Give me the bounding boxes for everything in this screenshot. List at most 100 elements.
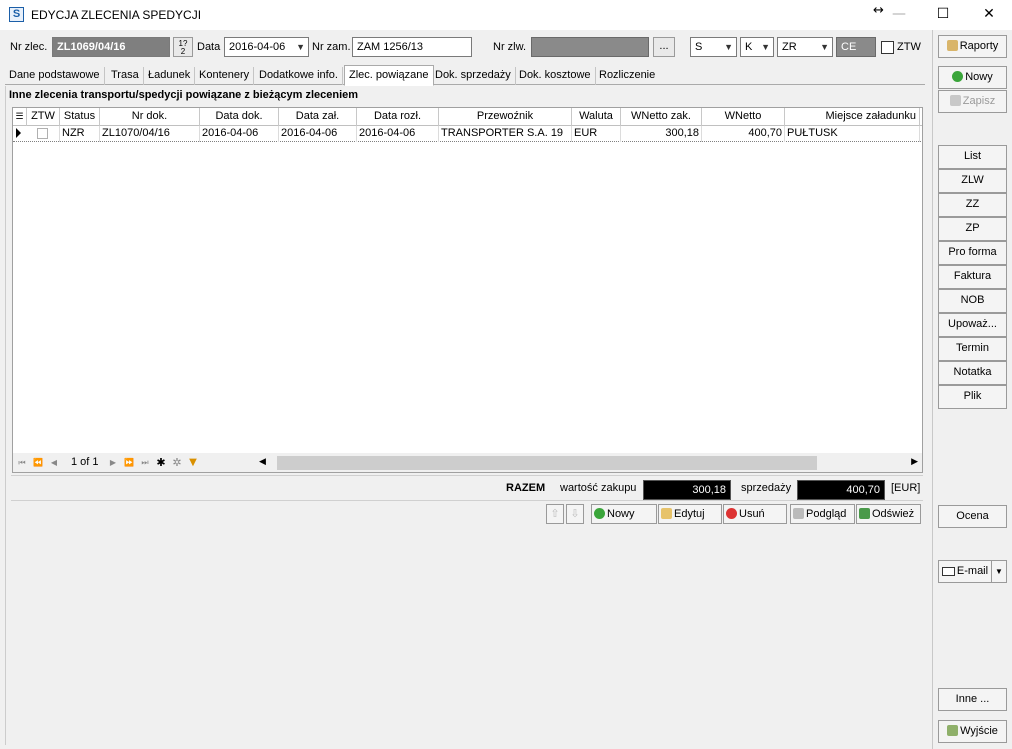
new-record-icon[interactable]: ✱ — [155, 456, 167, 470]
scroll-left-icon[interactable]: ◀ — [259, 456, 266, 467]
zr-select[interactable]: ZR ▼ — [777, 37, 833, 57]
scroll-right-icon[interactable]: ▶ — [911, 456, 918, 467]
sprzedaz-total: 400,70 — [797, 480, 885, 500]
sidebar-item-pro-forma[interactable]: Pro forma — [938, 241, 1007, 265]
last-record-icon[interactable]: ⏭ — [139, 456, 151, 470]
tab-kontenery[interactable]: Kontenery — [195, 67, 255, 85]
col-ztw[interactable]: ZTW — [27, 108, 60, 126]
tab-dok-kosztowe[interactable]: Dok. kosztowe — [515, 67, 596, 85]
sidebar-item-plik[interactable]: Plik — [938, 385, 1007, 409]
col-przewoznik[interactable]: Przewoźnik — [439, 108, 572, 126]
reports-button[interactable]: Raporty — [938, 35, 1007, 58]
col-data-rozl[interactable]: Data rozł. — [357, 108, 439, 126]
tab-dodatkowe-info[interactable]: Dodatkowe info. — [255, 67, 343, 85]
sidebar-item-upowaz[interactable]: Upoważ... — [938, 313, 1007, 337]
tab-zlec-powiazane[interactable]: Zlec. powiązane — [344, 65, 434, 86]
next-record-icon[interactable]: ▶ — [107, 456, 119, 470]
rating-button[interactable]: Ocena — [938, 505, 1007, 528]
col-nr-dok[interactable]: Nr dok. — [100, 108, 200, 126]
cell-wnetto-zak: 300,18 — [621, 126, 702, 142]
title-bar: S EDYCJA ZLECENIA SPEDYCJI ↔ — ☐ ✕ — [0, 0, 1012, 30]
k-select[interactable]: K ▼ — [740, 37, 774, 57]
col-wnetto[interactable]: WNetto — [702, 108, 785, 126]
preview-button[interactable]: Podgląd — [790, 504, 855, 524]
nr-zlw-label: Nr zlw. — [493, 41, 526, 53]
maximize-button[interactable]: ☐ — [920, 0, 966, 30]
sidebar-item-notatka[interactable]: Notatka — [938, 361, 1007, 385]
filter-icon[interactable]: ▼ — [187, 456, 199, 470]
nr-zlec-field[interactable]: ZL1069/04/16 — [52, 37, 170, 57]
grid-header: ☰ ZTW Status Nr dok. Data dok. Data zał.… — [13, 108, 922, 126]
date-value: 2016-04-06 — [229, 41, 286, 53]
next-page-icon[interactable]: ⏩ — [123, 456, 135, 470]
current-row-indicator-icon — [16, 128, 21, 138]
col-waluta[interactable]: Waluta — [572, 108, 621, 126]
add-related-button[interactable]: Nowy — [591, 504, 657, 524]
cell-ztw[interactable] — [27, 126, 60, 142]
sidebar-item-faktura[interactable]: Faktura — [938, 265, 1007, 289]
delete-button[interactable]: Usuń — [723, 504, 787, 524]
sidebar-item-list[interactable]: List — [938, 145, 1007, 169]
grid-navigator: ⏮ ⏪ ◀ 1 of 1 ▶ ⏩ ⏭ ✱ ✲ ▼ ◀ ▶ — [12, 453, 923, 473]
sidebar-item-zlw[interactable]: ZLW — [938, 169, 1007, 193]
date-picker[interactable]: 2016-04-06 ▼ — [224, 37, 309, 57]
sidebar-item-zz[interactable]: ZZ — [938, 193, 1007, 217]
add-icon — [952, 71, 964, 82]
s-select[interactable]: S ▼ — [690, 37, 737, 57]
tab-ladunek[interactable]: Ładunek — [144, 67, 196, 85]
save-button[interactable]: Zapisz — [938, 90, 1007, 113]
tab-dok-sprzedazy[interactable]: Dok. sprzedaży — [431, 67, 516, 85]
col-miejsce-zaladunku[interactable]: Miejsce załadunku — [785, 108, 920, 126]
magnifier-icon — [793, 508, 804, 519]
new-record-alt-icon[interactable]: ✲ — [171, 456, 183, 470]
minimize-button[interactable]: — — [876, 0, 922, 30]
col-data-zal[interactable]: Data zał. — [279, 108, 357, 126]
tab-bar: Dane podstawowe Trasa Ładunek Kontenery … — [5, 65, 925, 86]
col-status[interactable]: Status — [60, 108, 100, 126]
summary-bar: RAZEM wartość zakupu 300,18 sprzedaży 40… — [11, 475, 923, 501]
sidebar-item-termin[interactable]: Termin — [938, 337, 1007, 361]
sidebar: Raporty Nowy Zapisz List ZLW ZZ ZP Pro f… — [932, 30, 1012, 749]
close-button[interactable]: ✕ — [966, 0, 1012, 30]
tab-rozliczenie[interactable]: Rozliczenie — [595, 67, 659, 85]
sidebar-item-nob[interactable]: NOB — [938, 289, 1007, 313]
col-data-dok[interactable]: Data dok. — [200, 108, 279, 126]
edit-button[interactable]: Edytuj — [658, 504, 722, 524]
email-button[interactable]: E-mail — [938, 560, 991, 583]
column-chooser-icon[interactable]: ☰ — [13, 108, 27, 126]
exit-button[interactable]: Wyjście — [938, 720, 1007, 743]
refresh-button[interactable]: Odśwież — [856, 504, 921, 524]
ce-field[interactable]: CE — [836, 37, 876, 57]
numbering-icon[interactable]: 1? 2 — [173, 37, 193, 57]
tab-trasa[interactable]: Trasa — [107, 67, 144, 85]
prev-record-icon[interactable]: ◀ — [48, 456, 60, 470]
scrollbar-thumb[interactable] — [277, 456, 817, 470]
first-record-icon[interactable]: ⏮ — [16, 456, 28, 470]
row-ztw-checkbox[interactable] — [37, 128, 48, 139]
nr-zam-field[interactable]: ZAM 1256/13 — [352, 37, 472, 57]
cell-data-dok: 2016-04-06 — [200, 126, 279, 142]
ztw-checkbox[interactable] — [881, 41, 894, 54]
nr-zam-label: Nr zam. — [312, 41, 351, 53]
app-icon: S — [9, 7, 24, 22]
add-related-label: Nowy — [607, 508, 635, 520]
s-select-value: S — [695, 41, 703, 53]
envelope-icon — [941, 567, 955, 576]
refresh-icon — [859, 508, 870, 519]
new-order-button[interactable]: Nowy — [938, 66, 1007, 89]
nr-zlw-field[interactable] — [531, 37, 649, 57]
prev-page-icon[interactable]: ⏪ — [32, 456, 44, 470]
related-orders-grid[interactable]: ☰ ZTW Status Nr dok. Data dok. Data zał.… — [12, 107, 923, 457]
cell-miejsce: PUŁTUSK — [785, 126, 920, 142]
data-label: Data — [197, 41, 221, 53]
email-dropdown-button[interactable]: ▼ — [991, 560, 1007, 583]
move-down-button[interactable]: ⇩ — [566, 504, 584, 524]
move-up-button[interactable]: ⇧ — [546, 504, 564, 524]
browse-button[interactable]: ... — [653, 37, 675, 57]
more-button[interactable]: Inne ... — [938, 688, 1007, 711]
col-wnetto-zak[interactable]: WNetto zak. — [621, 108, 702, 126]
horizontal-scrollbar[interactable]: ◀ ▶ — [255, 454, 922, 472]
sidebar-item-zp[interactable]: ZP — [938, 217, 1007, 241]
tab-dane-podstawowe[interactable]: Dane podstawowe — [5, 67, 105, 85]
table-row[interactable]: NZR ZL1070/04/16 2016-04-06 2016-04-06 2… — [13, 126, 922, 142]
